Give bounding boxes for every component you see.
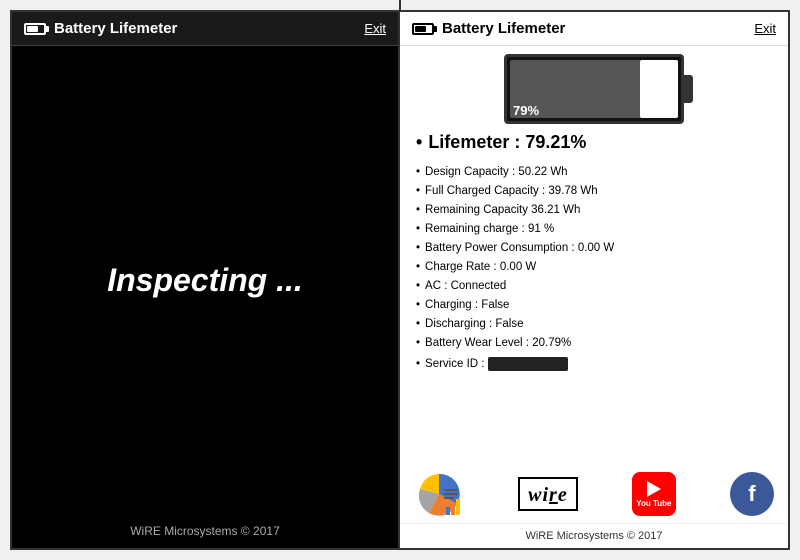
stat-label-1: Full Charged Capacity : [425, 182, 545, 201]
stat-bullet-0: • [416, 163, 420, 182]
left-battery-icon [24, 23, 46, 35]
right-exit-button[interactable]: Exit [754, 21, 776, 36]
stat-label-2: Remaining Capacity [425, 201, 528, 220]
stat-value-0: 50.22 Wh [518, 163, 567, 182]
connector-line [399, 0, 401, 12]
stat-label-5: Charge Rate : [425, 258, 497, 277]
right-battery-icon [412, 23, 434, 35]
youtube-label: You Tube [636, 499, 671, 508]
stat-label-8: Discharging : [425, 315, 492, 334]
youtube-play-icon [647, 481, 661, 497]
wire-logo-text: wire [528, 484, 568, 506]
stat-label-6: AC : [425, 277, 447, 296]
stat-bullet-9: • [416, 334, 420, 353]
wire-logo: wire [518, 477, 578, 511]
stat-value-7: False [481, 296, 509, 315]
right-footer: WiRE Microsystems © 2017 [400, 523, 788, 548]
inspecting-text: Inspecting ... [107, 262, 303, 299]
left-header-left: Battery Lifemeter [24, 20, 177, 37]
facebook-label: f [748, 481, 755, 507]
facebook-button[interactable]: f [730, 472, 774, 516]
stat-bullet-1: • [416, 182, 420, 201]
left-footer: WiRE Microsystems © 2017 [12, 514, 398, 548]
service-id-bullet: • [416, 355, 420, 374]
left-content-area: Inspecting ... [12, 46, 398, 514]
battery-percent-label: 79% [513, 103, 539, 118]
stat-bullet-2: • [416, 201, 420, 220]
battery-white-section [640, 60, 678, 118]
stat-bullet-4: • [416, 239, 420, 258]
stats-section: • Design Capacity : 50.22 Wh • Full Char… [416, 163, 772, 374]
stat-value-9: 20.79% [532, 334, 571, 353]
youtube-button[interactable]: You Tube [632, 472, 676, 516]
lifemeter-bullet: • [416, 132, 422, 153]
stat-value-8: False [495, 315, 523, 334]
battery-visual: 79% [504, 54, 684, 124]
stat-bullet-3: • [416, 220, 420, 239]
lifemeter-value: 79.21% [525, 132, 586, 153]
service-id-row: • Service ID : [416, 355, 772, 374]
stat-row-1: • Full Charged Capacity : 39.78 Wh [416, 182, 772, 201]
stat-row-3: • Remaining charge : 91 % [416, 220, 772, 239]
stat-value-5: 0.00 W [500, 258, 536, 277]
stat-row-2: • Remaining Capacity 36.21 Wh [416, 201, 772, 220]
stat-label-0: Design Capacity : [425, 163, 515, 182]
stat-value-1: 39.78 Wh [548, 182, 597, 201]
service-id-label: Service ID : [425, 355, 484, 374]
pie-chart-icon [414, 469, 464, 519]
stat-value-3: 91 % [528, 220, 554, 239]
stat-row-0: • Design Capacity : 50.22 Wh [416, 163, 772, 182]
stat-bullet-7: • [416, 296, 420, 315]
stat-bullet-8: • [416, 315, 420, 334]
stat-row-8: • Discharging : False [416, 315, 772, 334]
stat-value-2: 36.21 Wh [531, 201, 580, 220]
stat-label-7: Charging : [425, 296, 478, 315]
left-panel: Battery Lifemeter Exit Inspecting ... Wi… [12, 12, 400, 548]
stat-label-9: Battery Wear Level : [425, 334, 529, 353]
battery-visual-container: 79% [416, 54, 772, 124]
right-panel-title: Battery Lifemeter [442, 20, 565, 37]
main-container: Battery Lifemeter Exit Inspecting ... Wi… [10, 10, 790, 550]
stat-row-7: • Charging : False [416, 296, 772, 315]
left-panel-title: Battery Lifemeter [54, 20, 177, 37]
bottom-area: wire You Tube f [400, 463, 788, 523]
lifemeter-row: • Lifemeter : 79.21% [416, 132, 772, 153]
right-panel-header: Battery Lifemeter Exit [400, 12, 788, 46]
stat-row-4: • Battery Power Consumption : 0.00 W [416, 239, 772, 258]
lifemeter-label: Lifemeter : [428, 132, 520, 153]
right-content-area: 79% • Lifemeter : 79.21% • Design Capaci… [400, 46, 788, 463]
stat-row-6: • AC : Connected [416, 277, 772, 296]
left-exit-button[interactable]: Exit [364, 21, 386, 36]
stat-label-3: Remaining charge : [425, 220, 525, 239]
service-id-bar [488, 357, 568, 371]
stat-value-4: 0.00 W [578, 239, 614, 258]
left-panel-header: Battery Lifemeter Exit [12, 12, 398, 46]
right-panel: Battery Lifemeter Exit 79% • Lifemeter :… [400, 12, 788, 548]
stat-bullet-6: • [416, 277, 420, 296]
right-header-left: Battery Lifemeter [412, 20, 565, 37]
stat-row-9: • Battery Wear Level : 20.79% [416, 334, 772, 353]
stat-value-6: Connected [451, 277, 507, 296]
stat-label-4: Battery Power Consumption : [425, 239, 575, 258]
stat-bullet-5: • [416, 258, 420, 277]
stat-row-5: • Charge Rate : 0.00 W [416, 258, 772, 277]
